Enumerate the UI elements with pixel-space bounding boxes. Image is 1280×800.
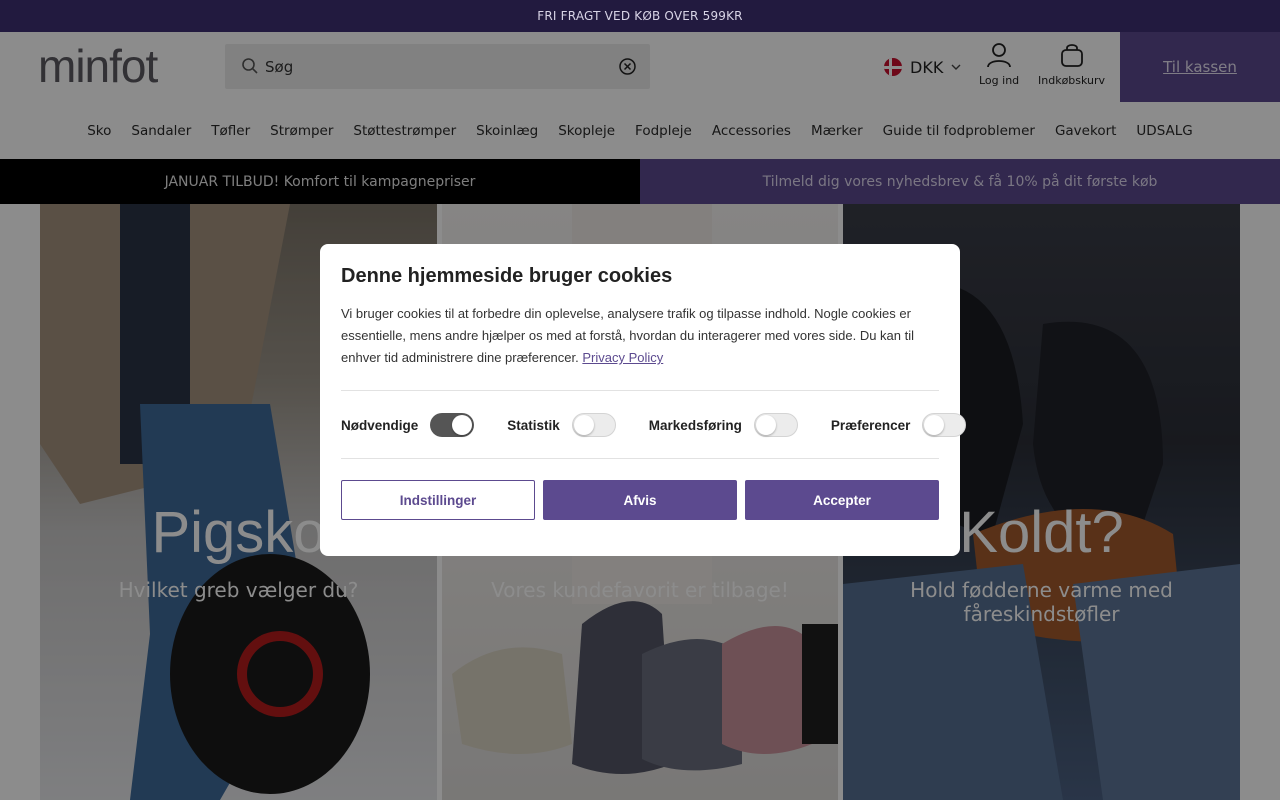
shipping-banner: FRI FRAGT VED KØB OVER 599KR: [0, 0, 1280, 32]
toggle-marketing-label: Markedsføring: [648, 417, 742, 433]
marketing-switch[interactable]: [753, 413, 798, 437]
shipping-banner-text: FRI FRAGT VED KØB OVER 599KR: [537, 9, 743, 23]
toggle-preferences: Præferencer: [831, 413, 967, 437]
toggle-necessary: Nødvendige: [341, 413, 475, 437]
cookie-consent-dialog: Denne hjemmeside bruger cookies Vi bruge…: [320, 244, 967, 556]
toggle-statistics: Statistik: [507, 413, 616, 437]
statistics-switch[interactable]: [571, 413, 616, 437]
decline-button[interactable]: Afvis: [543, 480, 737, 520]
cookie-dialog-title: Denne hjemmeside bruger cookies: [341, 265, 673, 287]
cookie-dialog-actions: Indstillinger Afvis Accepter: [341, 480, 939, 520]
necessary-switch[interactable]: [430, 413, 475, 437]
cookie-category-toggles: Nødvendige Statistik Markedsføring Præfe…: [341, 412, 967, 438]
toggle-statistics-label: Statistik: [507, 417, 560, 433]
toggle-marketing: Markedsføring: [649, 413, 798, 437]
cookie-dialog-body: Vi bruger cookies til at forbedre din op…: [341, 303, 939, 369]
divider: [341, 390, 939, 391]
preferences-switch[interactable]: [922, 413, 967, 437]
accept-button[interactable]: Accepter: [745, 480, 939, 520]
privacy-policy-link[interactable]: Privacy Policy: [582, 350, 663, 365]
settings-button[interactable]: Indstillinger: [341, 480, 535, 520]
toggle-necessary-label: Nødvendige: [341, 417, 419, 433]
toggle-preferences-label: Præferencer: [830, 417, 911, 433]
divider: [341, 458, 939, 459]
